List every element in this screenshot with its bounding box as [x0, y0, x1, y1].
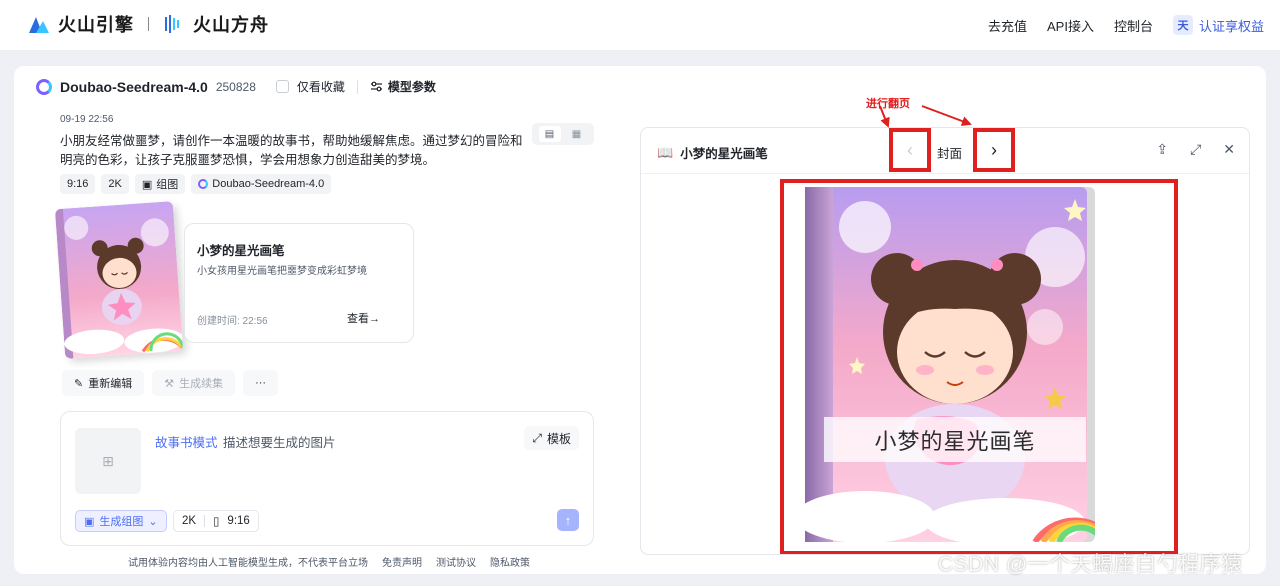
page-label: 封面	[937, 147, 963, 161]
main-panel: Doubao-Seedream-4.0 250828 仅看收藏 模型参数 09-…	[14, 66, 1266, 574]
arrow-up-icon: ↑	[564, 512, 572, 528]
footer-link-test-agreement[interactable]: 测试协议	[436, 554, 476, 569]
tag-group-label: 组图	[156, 179, 179, 191]
certification-link[interactable]: 天 认证享权益	[1172, 15, 1264, 35]
reedit-button[interactable]: ✎ 重新编辑	[62, 370, 145, 396]
fullscreen-icon[interactable]: ⤢	[1190, 141, 1201, 158]
storybook-subtitle: 小女孩用星光画笔把噩梦变成彩虹梦境	[197, 266, 367, 277]
storybook-created-time: 创建时间: 22:56	[197, 316, 268, 327]
reedit-label: 重新编辑	[88, 378, 133, 390]
brand-divider	[148, 17, 149, 31]
message-actions: ✎ 重新编辑 ⚒ 生成续集 ···	[62, 370, 279, 396]
top-nav-bar: 火山引擎 火山方舟 去充值 API接入 控制台 天 认证享权益	[0, 0, 1280, 50]
grid-view-icon[interactable]: ▦	[566, 126, 588, 142]
storybook-thumbnail[interactable]	[54, 201, 184, 359]
storybook-mode-label[interactable]: 故事书模式	[155, 432, 218, 451]
footer-link-privacy[interactable]: 隐私政策	[490, 554, 530, 569]
model-name[interactable]: Doubao-Seedream-4.0	[60, 79, 208, 95]
viewer-controls: ⇪ ⤢ ✕	[1156, 141, 1235, 158]
image-upload-button[interactable]: ⊞	[75, 428, 141, 494]
model-version: 250828	[215, 79, 256, 94]
chat-header: Doubao-Seedream-4.0 250828 仅看收藏 模型参数	[36, 78, 436, 95]
prompt-input[interactable]: 描述想要生成的图片	[223, 432, 336, 451]
favorites-only-checkbox[interactable]	[275, 80, 289, 93]
chevron-right-icon: ›	[991, 139, 997, 160]
annotation-arrows	[879, 105, 972, 128]
doubao-model-icon	[36, 78, 52, 95]
chevron-left-icon: ‹	[907, 139, 913, 160]
nav-console[interactable]: 控制台	[1114, 16, 1153, 35]
image-group-icon: ▣	[84, 515, 95, 528]
expand-icon: ⤢	[532, 430, 542, 445]
storybook-cover-illustration	[54, 201, 184, 359]
prompt-text: 小朋友经常做噩梦，请创作一本温暖的故事书，帮助她缓解焦虑。通过梦幻的冒险和明亮的…	[60, 134, 523, 167]
generate-group-label: 生成组图	[99, 516, 144, 528]
prompt-tags: 9:16 2K ▣ 组图 Doubao-Seedream-4.0	[60, 174, 332, 194]
tag-model: Doubao-Seedream-4.0	[191, 174, 332, 194]
tag-model-label: Doubao-Seedream-4.0	[212, 178, 325, 190]
favorites-only-label[interactable]: 仅看收藏	[297, 78, 345, 95]
list-view-icon[interactable]: ▤	[538, 126, 561, 142]
template-label: 模板	[546, 431, 571, 446]
generate-sequel-button[interactable]: ⚒ 生成续集	[152, 370, 236, 396]
phone-ratio-icon: ▯	[213, 516, 220, 528]
chevron-down-icon: ⌄	[148, 515, 158, 528]
storybook-title: 小梦的星光画笔	[197, 244, 285, 258]
storybook-viewer: 📖 小梦的星光画笔 ‹ 封面 › ⇪ ⤢ ✕ 小梦的星光画笔	[640, 127, 1250, 555]
edit-icon: ✎	[74, 377, 84, 390]
magic-wand-icon: ⚒	[164, 377, 175, 390]
avatar[interactable]: 天	[1172, 15, 1193, 35]
model-params-button[interactable]: 模型参数	[370, 78, 436, 95]
resolution-value: 2K	[182, 515, 197, 527]
share-icon[interactable]: ⇪	[1156, 141, 1168, 158]
view-mode-toggle: ▤ ▦	[532, 123, 594, 145]
top-nav-links: 去充值 API接入 控制台 天 认证享权益	[988, 0, 1264, 50]
volcano-logo-icon	[29, 17, 49, 33]
viewer-title: 📖 小梦的星光画笔	[657, 143, 768, 162]
book-icon: 📖	[657, 144, 674, 160]
footer: 试用体验内容均由人工智能模型生成，不代表平台立场 免责声明 测试协议 隐私政策	[128, 554, 530, 569]
sliders-icon	[370, 81, 382, 92]
ratio-value: 9:16	[227, 515, 250, 527]
header-divider	[356, 79, 358, 94]
prompt-composer: ⊞ 故事书模式 描述想要生成的图片 ⤢ 模板 ▣ 生成组图 ⌄ 2K ▯ 9:1…	[60, 411, 594, 546]
options-divider	[204, 515, 206, 527]
storybook-card[interactable]: 小梦的星光画笔 小女孩用星光画笔把噩梦变成彩虹梦境 创建时间: 22:56 查看…	[184, 223, 414, 343]
brand-secondary: 火山方舟	[193, 15, 269, 35]
watermark: CSDN @一个天蝎座白勺程序猿	[938, 553, 1243, 576]
more-actions-button[interactable]: ···	[243, 370, 279, 396]
cover-highlight-frame	[780, 179, 1178, 554]
tag-resolution: 2K	[101, 174, 129, 194]
generate-group-dropdown[interactable]: ▣ 生成组图 ⌄	[75, 510, 167, 532]
brand-logo[interactable]: 火山引擎 火山方舟	[28, 11, 269, 37]
tag-ratio: 9:16	[60, 174, 96, 194]
previous-page-button[interactable]: ‹	[889, 128, 931, 172]
nav-api-access[interactable]: API接入	[1047, 16, 1094, 35]
nav-recharge[interactable]: 去充值	[988, 16, 1027, 35]
view-storybook-link[interactable]: 查看→	[347, 310, 380, 326]
ark-logo-icon	[165, 15, 179, 33]
model-params-label: 模型参数	[387, 80, 436, 94]
image-group-icon: ▣	[141, 178, 153, 191]
template-button[interactable]: ⤢ 模板	[524, 426, 579, 450]
next-page-button[interactable]: ›	[973, 128, 1015, 172]
viewer-title-text: 小梦的星光画笔	[680, 147, 768, 161]
certification-label: 认证享权益	[1198, 18, 1264, 34]
footer-link-disclaimer[interactable]: 免责声明	[382, 554, 422, 569]
add-image-icon: ⊞	[102, 452, 114, 469]
tag-group: ▣ 组图	[134, 174, 186, 194]
brand-primary: 火山引擎	[58, 15, 134, 35]
close-icon[interactable]: ✕	[1223, 141, 1235, 158]
disclaimer-text: 试用体验内容均由人工智能模型生成，不代表平台立场	[128, 558, 368, 569]
send-button[interactable]: ↑	[557, 509, 579, 531]
output-options-button[interactable]: 2K ▯ 9:16	[173, 510, 259, 532]
generate-sequel-label: 生成续集	[179, 378, 224, 390]
doubao-mini-icon	[198, 179, 209, 189]
message-timestamp: 09-19 22:56	[60, 114, 114, 125]
